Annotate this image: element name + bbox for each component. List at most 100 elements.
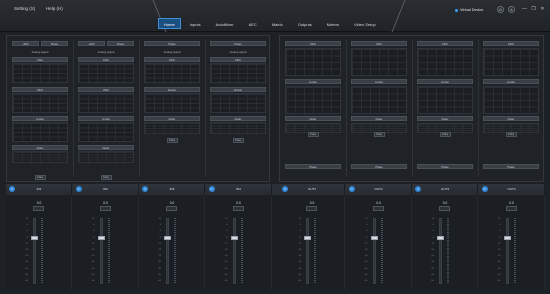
fader-handle[interactable]: [437, 236, 444, 240]
fader-handle[interactable]: [370, 236, 378, 240]
fader-handle[interactable]: [164, 236, 171, 240]
menu-settings[interactable]: Setting (S): [14, 6, 35, 11]
tab-outputs[interactable]: Outputs: [292, 18, 318, 29]
fader-handle[interactable]: [31, 236, 38, 240]
delay-button[interactable]: Delay: [78, 145, 134, 150]
power-icon[interactable]: ⏻: [75, 186, 82, 192]
phase-button[interactable]: Phase: [107, 41, 134, 46]
tab-inputs[interactable]: Inputs: [184, 18, 207, 29]
freq-button[interactable]: Freq: [505, 132, 517, 137]
phase-button[interactable]: Phase: [417, 164, 473, 169]
phase-button[interactable]: Phase: [351, 164, 407, 169]
power-icon[interactable]: ⏻: [481, 186, 488, 192]
gain-input[interactable]: [505, 206, 517, 211]
peq-button[interactable]: PEQ: [483, 41, 539, 46]
limiter-graph: [483, 86, 539, 114]
ducker-button[interactable]: Ducker: [144, 87, 200, 92]
delay-button[interactable]: Delay: [483, 116, 539, 121]
device-indicator[interactable]: Virtual Device: [455, 8, 483, 12]
ducker-button[interactable]: Ducker: [210, 87, 266, 92]
power-icon[interactable]: ⏻: [415, 186, 421, 192]
delay-graph: [12, 151, 68, 163]
freq-button[interactable]: Freq: [100, 175, 112, 180]
gain-input[interactable]: [166, 206, 177, 211]
delay-button[interactable]: Delay: [351, 116, 407, 121]
delay-button[interactable]: Delay: [144, 116, 200, 121]
fader-handle[interactable]: [503, 236, 511, 240]
gain-input[interactable]: [33, 206, 44, 211]
power-icon[interactable]: ⏻: [9, 186, 15, 192]
peq-button[interactable]: PEQ: [351, 41, 407, 46]
freq-button[interactable]: Freq: [307, 132, 319, 137]
settings-icon[interactable]: ⚙: [497, 6, 504, 13]
peq-button[interactable]: PEQ: [210, 57, 266, 62]
peq-button[interactable]: PEQ: [12, 87, 68, 92]
outputs-processing-panel: PEQ Limiter Delay Phase Freq PEQ Limiter Delay P…: [279, 35, 544, 182]
power-icon[interactable]: ⏻: [348, 186, 355, 192]
phase-button[interactable]: Phase: [210, 41, 266, 46]
power-icon[interactable]: ⏻: [282, 186, 288, 192]
minimize-button[interactable]: —: [521, 6, 528, 13]
phase-button[interactable]: Phase: [483, 164, 539, 169]
freq-button[interactable]: Freq: [439, 132, 451, 137]
peq-button[interactable]: PEQ: [78, 87, 134, 92]
gain-value: 0.0: [509, 201, 514, 205]
freq-button[interactable]: Freq: [166, 138, 178, 143]
peq-button[interactable]: PEQ: [417, 41, 473, 46]
column-separator: [478, 40, 479, 177]
close-button[interactable]: ✕: [539, 6, 546, 13]
fader-scale: 12 6 0 -6 -12 -18 -24 -30 -40 -50 -60: [497, 218, 501, 283]
tab-video-setup[interactable]: Video Setup: [348, 18, 382, 29]
freq-button[interactable]: Freq: [232, 138, 244, 143]
phase-button[interactable]: Phase: [144, 41, 200, 46]
column-separator: [73, 40, 74, 177]
tab-home[interactable]: Home: [158, 18, 181, 29]
limiter-button[interactable]: Limiter: [12, 116, 68, 121]
limiter-button[interactable]: Limiter: [351, 79, 407, 84]
gain-input[interactable]: [439, 206, 450, 211]
tab-meters[interactable]: Meters: [321, 18, 345, 29]
peq-button[interactable]: PEQ: [144, 57, 200, 62]
phase-button[interactable]: Phase: [285, 164, 341, 169]
filter-button[interactable]: Filter: [78, 57, 134, 62]
peq-graph: [285, 48, 341, 76]
menu-help[interactable]: Help (H): [46, 6, 63, 11]
gain-input[interactable]: [372, 206, 384, 211]
gain-input[interactable]: [306, 206, 317, 211]
power-icon[interactable]: ⏻: [142, 186, 148, 192]
peq-button[interactable]: PEQ: [285, 41, 341, 46]
channel-header: ⏻ IN2: [72, 184, 139, 195]
limiter-button[interactable]: Limiter: [78, 116, 134, 121]
limiter-button[interactable]: Limiter: [417, 79, 473, 84]
tab-matrix[interactable]: Matrix: [266, 18, 289, 29]
gain-value: 0.0: [376, 201, 381, 205]
tab-aec[interactable]: AEC: [243, 18, 263, 29]
fader-handle[interactable]: [304, 236, 311, 240]
fader-scale: 12 6 0 -6 -12 -18 -24 -30 -40 -50 -60: [157, 218, 161, 283]
app-window: Setting (S) Help (H) Home Inputs AutoMixer…: [0, 0, 550, 294]
tab-automixer[interactable]: AutoMixer: [210, 18, 240, 29]
delay-button[interactable]: Delay: [12, 145, 68, 150]
column-separator: [346, 40, 347, 177]
channel-header: ⏻ IN1: [6, 184, 72, 195]
limiter-graph: [351, 86, 407, 114]
phantom-power-button[interactable]: +48V: [78, 41, 105, 46]
fader-handle[interactable]: [97, 236, 105, 240]
filter-button[interactable]: Filter: [12, 57, 68, 62]
freq-button[interactable]: Freq: [373, 132, 385, 137]
gain-input[interactable]: [99, 206, 111, 211]
input-column: +48V Phase Analog signal Filter PEQ Limiter De…: [73, 36, 139, 183]
power-icon[interactable]: ⏻: [208, 186, 215, 192]
fader-handle[interactable]: [230, 236, 238, 240]
connect-icon[interactable]: ⊕: [508, 6, 515, 13]
freq-button[interactable]: Freq: [34, 175, 46, 180]
phase-button[interactable]: Phase: [41, 41, 68, 46]
gain-input[interactable]: [232, 206, 244, 211]
delay-button[interactable]: Delay: [417, 116, 473, 121]
phantom-power-button[interactable]: +48V: [12, 41, 39, 46]
delay-button[interactable]: Delay: [210, 116, 266, 121]
limiter-button[interactable]: Limiter: [483, 79, 539, 84]
limiter-button[interactable]: Limiter: [285, 79, 341, 84]
restore-button[interactable]: ❐: [530, 6, 537, 13]
delay-button[interactable]: Delay: [285, 116, 341, 121]
